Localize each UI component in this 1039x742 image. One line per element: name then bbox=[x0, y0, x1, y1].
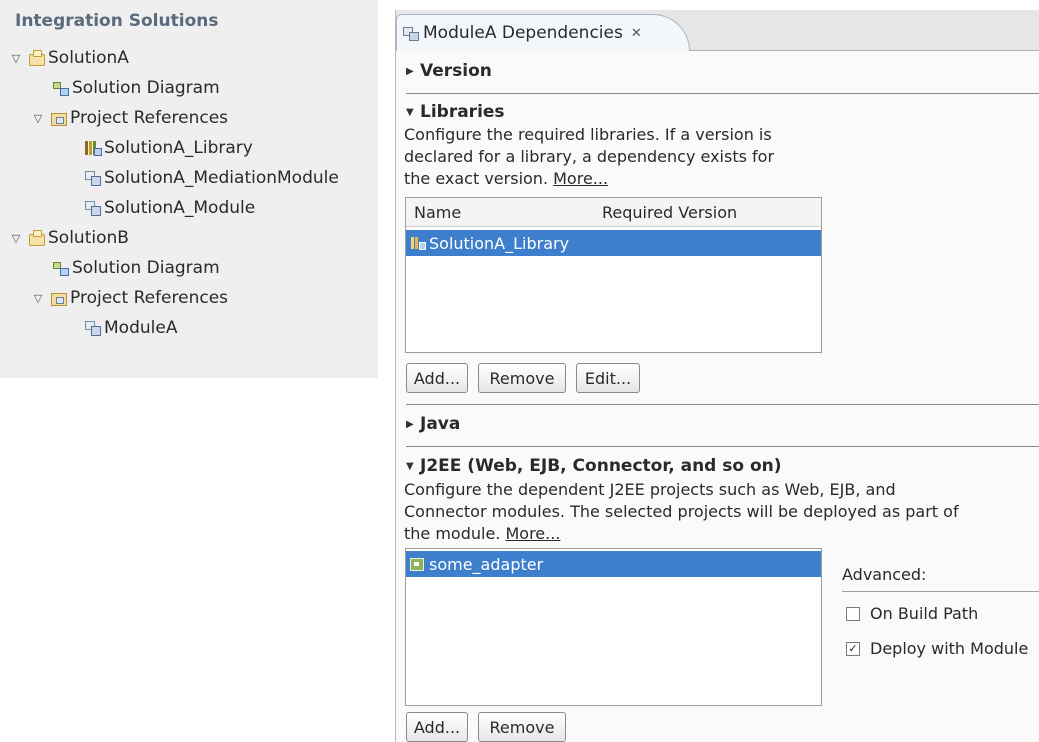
section-title: Java bbox=[420, 414, 461, 434]
tree-node-label: Project References bbox=[70, 288, 229, 308]
editor-tab-module-a-dependencies[interactable]: ModuleA Dependencies ✕ bbox=[396, 14, 690, 51]
section-divider bbox=[406, 404, 1039, 405]
j2ee-more-link[interactable]: More... bbox=[505, 524, 560, 543]
integration-solutions-view: Integration Solutions ▽ SolutionA Soluti… bbox=[0, 0, 378, 378]
deploy-with-module-checkbox[interactable]: ✓ bbox=[846, 641, 860, 656]
library-icon bbox=[410, 236, 426, 250]
column-header-name[interactable]: Name bbox=[414, 203, 461, 222]
column-header-required-version[interactable]: Required Version bbox=[602, 203, 737, 222]
libraries-description-line: Configure the required libraries. If a v… bbox=[404, 125, 772, 144]
advanced-label: Advanced: bbox=[842, 565, 927, 584]
tree-node-solution-a-mediation-module[interactable]: SolutionA_MediationModule bbox=[84, 164, 339, 192]
dependencies-editor: ModuleA Dependencies ✕ ▶ Version ▼ Libra… bbox=[395, 10, 1039, 742]
tree-node-label: Solution Diagram bbox=[72, 258, 220, 278]
j2ee-remove-button[interactable]: Remove bbox=[478, 712, 566, 742]
module-icon bbox=[84, 200, 102, 216]
libraries-edit-button[interactable]: Edit... bbox=[576, 363, 640, 393]
libraries-table-header: Name Required Version bbox=[406, 198, 821, 227]
solution-icon bbox=[28, 230, 46, 246]
table-row[interactable]: SolutionA_Library bbox=[406, 230, 821, 256]
j2ee-projects-list[interactable]: some_adapter bbox=[405, 548, 822, 706]
tree-node-solution-b[interactable]: ▽ SolutionB bbox=[8, 224, 129, 252]
tree-node-label: ModuleA bbox=[104, 318, 178, 338]
libraries-description-line: the exact version. More... bbox=[404, 168, 608, 190]
section-version-header[interactable]: ▶ Version bbox=[406, 61, 492, 81]
section-title: Version bbox=[420, 61, 492, 81]
row-name: some_adapter bbox=[429, 554, 544, 574]
tree-node-project-references-b[interactable]: ▽ Project References bbox=[30, 284, 228, 312]
libraries-add-button[interactable]: Add... bbox=[406, 363, 468, 393]
j2ee-add-button[interactable]: Add... bbox=[406, 712, 468, 742]
chevron-down-icon: ▼ bbox=[406, 106, 414, 118]
editor-tab-strip: ModuleA Dependencies ✕ bbox=[396, 10, 1039, 51]
library-icon bbox=[84, 140, 102, 156]
libraries-more-link[interactable]: More... bbox=[553, 169, 608, 188]
editor-tab-title: ModuleA Dependencies bbox=[423, 23, 623, 43]
diagram-icon bbox=[52, 260, 70, 276]
view-title: Integration Solutions bbox=[15, 11, 219, 31]
section-j2ee-header[interactable]: ▼ J2EE (Web, EJB, Connector, and so on) bbox=[406, 456, 782, 476]
tree-node-solution-diagram-a[interactable]: Solution Diagram bbox=[52, 74, 220, 102]
chevron-down-icon: ▼ bbox=[406, 460, 414, 472]
expand-toggle-icon[interactable]: ▽ bbox=[8, 50, 24, 66]
tree-node-label: SolutionA_Library bbox=[104, 138, 253, 158]
deploy-with-module-checkbox-row[interactable]: ✓ Deploy with Module bbox=[846, 639, 1028, 658]
solution-icon bbox=[28, 50, 46, 66]
tree-node-solution-a-module[interactable]: SolutionA_Module bbox=[84, 194, 255, 222]
tree-node-label: SolutionA_Module bbox=[104, 198, 256, 218]
tree-node-label: SolutionB bbox=[48, 228, 129, 248]
section-libraries-header[interactable]: ▼ Libraries bbox=[406, 102, 505, 122]
diagram-icon bbox=[52, 80, 70, 96]
tree-node-solution-diagram-b[interactable]: Solution Diagram bbox=[52, 254, 220, 282]
tree-node-label: Project References bbox=[70, 108, 229, 128]
tree-node-solution-a-library[interactable]: SolutionA_Library bbox=[84, 134, 253, 162]
checkbox-label: Deploy with Module bbox=[870, 639, 1029, 658]
row-name: SolutionA_Library bbox=[429, 233, 570, 253]
module-icon bbox=[403, 25, 419, 41]
section-divider bbox=[406, 446, 1039, 447]
j2ee-description-line: Configure the dependent J2EE projects su… bbox=[404, 480, 896, 499]
expand-toggle-icon[interactable]: ▽ bbox=[8, 230, 24, 246]
section-divider bbox=[406, 93, 1039, 94]
tree-node-solution-a[interactable]: ▽ SolutionA bbox=[8, 44, 129, 72]
chevron-right-icon: ▶ bbox=[406, 65, 414, 77]
j2ee-description-line: Connector modules. The selected projects… bbox=[404, 502, 959, 521]
tree-node-project-references-a[interactable]: ▽ Project References bbox=[30, 104, 228, 132]
tree-node-module-a[interactable]: ModuleA bbox=[84, 314, 177, 342]
module-icon bbox=[84, 170, 102, 186]
expand-toggle-icon[interactable]: ▽ bbox=[30, 290, 46, 306]
section-title: J2EE (Web, EJB, Connector, and so on) bbox=[420, 456, 782, 476]
tree-node-label: SolutionA bbox=[48, 48, 129, 68]
checkbox-label: On Build Path bbox=[870, 604, 979, 623]
tree-node-label: SolutionA_MediationModule bbox=[104, 168, 339, 188]
on-build-path-checkbox[interactable] bbox=[846, 606, 860, 621]
close-icon[interactable]: ✕ bbox=[631, 26, 642, 41]
adapter-icon bbox=[410, 557, 426, 571]
chevron-right-icon: ▶ bbox=[406, 418, 414, 430]
on-build-path-checkbox-row[interactable]: On Build Path bbox=[846, 604, 978, 623]
libraries-table[interactable]: Name Required Version SolutionA_Library bbox=[405, 197, 822, 353]
description-text: the exact version. bbox=[404, 169, 549, 188]
advanced-divider bbox=[842, 591, 1039, 592]
libraries-description-line: declared for a library, a dependency exi… bbox=[404, 147, 775, 166]
j2ee-description-line: the module. More... bbox=[404, 523, 560, 545]
project-references-icon bbox=[50, 290, 68, 306]
section-java-header[interactable]: ▶ Java bbox=[406, 414, 460, 434]
list-item[interactable]: some_adapter bbox=[406, 551, 821, 577]
project-references-icon bbox=[50, 110, 68, 126]
libraries-remove-button[interactable]: Remove bbox=[478, 363, 566, 393]
section-title: Libraries bbox=[420, 102, 505, 122]
description-text: the module. bbox=[404, 524, 501, 543]
module-icon bbox=[84, 320, 102, 336]
tree-node-label: Solution Diagram bbox=[72, 78, 220, 98]
expand-toggle-icon[interactable]: ▽ bbox=[30, 110, 46, 126]
